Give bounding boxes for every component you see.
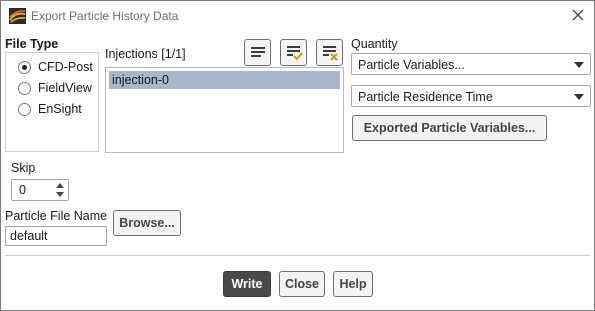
export-particle-history-dialog: Export Particle History Data File Type C… bbox=[0, 0, 595, 311]
help-button[interactable]: Help bbox=[333, 271, 373, 297]
select-none-icon bbox=[251, 47, 265, 57]
radio-button[interactable] bbox=[18, 102, 31, 116]
radio-button[interactable] bbox=[18, 81, 31, 95]
radio-label: CFD-Post bbox=[38, 60, 93, 74]
radio-button-checked[interactable] bbox=[18, 60, 31, 74]
separator bbox=[5, 255, 590, 256]
fluent-app-icon bbox=[9, 8, 26, 24]
select-none-button[interactable] bbox=[244, 39, 271, 66]
dropdown-value: Particle Residence Time bbox=[358, 90, 493, 104]
radio-label: EnSight bbox=[38, 102, 82, 116]
list-item[interactable]: injection-0 bbox=[109, 71, 340, 89]
deselect-all-icon bbox=[323, 46, 338, 61]
radio-cfd-post[interactable]: CFD-Post bbox=[18, 59, 93, 75]
close-button[interactable]: Close bbox=[279, 271, 325, 297]
quantity-label: Quantity bbox=[351, 37, 398, 51]
radio-label: FieldView bbox=[38, 81, 92, 95]
close-icon[interactable] bbox=[570, 7, 586, 23]
radio-fieldview[interactable]: FieldView bbox=[18, 80, 92, 96]
dropdown-value: Particle Variables... bbox=[358, 58, 465, 72]
quantity-variable-dropdown[interactable]: Particle Residence Time bbox=[351, 85, 591, 107]
browse-button[interactable]: Browse... bbox=[113, 210, 181, 236]
increment-arrow-icon[interactable] bbox=[56, 183, 64, 188]
chevron-down-icon bbox=[574, 62, 584, 68]
decrement-arrow-icon[interactable] bbox=[56, 192, 64, 197]
select-all-button[interactable] bbox=[280, 39, 307, 66]
title-bar: Export Particle History Data bbox=[1, 1, 594, 31]
quantity-category-dropdown[interactable]: Particle Variables... bbox=[351, 53, 591, 75]
skip-stepper[interactable]: 0 bbox=[11, 179, 69, 201]
injections-list[interactable]: injection-0 bbox=[105, 67, 344, 153]
write-button[interactable]: Write bbox=[223, 271, 271, 297]
skip-value: 0 bbox=[19, 183, 26, 197]
file-type-group: CFD-Post FieldView EnSight bbox=[5, 52, 99, 152]
particle-file-name-field[interactable]: default bbox=[5, 226, 107, 246]
window-title: Export Particle History Data bbox=[31, 9, 179, 23]
particle-file-name-label: Particle File Name bbox=[5, 209, 108, 223]
injections-label: Injections [1/1] bbox=[105, 47, 186, 61]
select-all-icon bbox=[287, 46, 303, 61]
radio-ensight[interactable]: EnSight bbox=[18, 101, 82, 117]
skip-label: Skip bbox=[11, 161, 36, 175]
chevron-down-icon bbox=[574, 94, 584, 100]
file-type-label: File Type bbox=[5, 37, 59, 51]
exported-particle-variables-button[interactable]: Exported Particle Variables... bbox=[352, 115, 547, 141]
deselect-all-button[interactable] bbox=[316, 39, 343, 66]
